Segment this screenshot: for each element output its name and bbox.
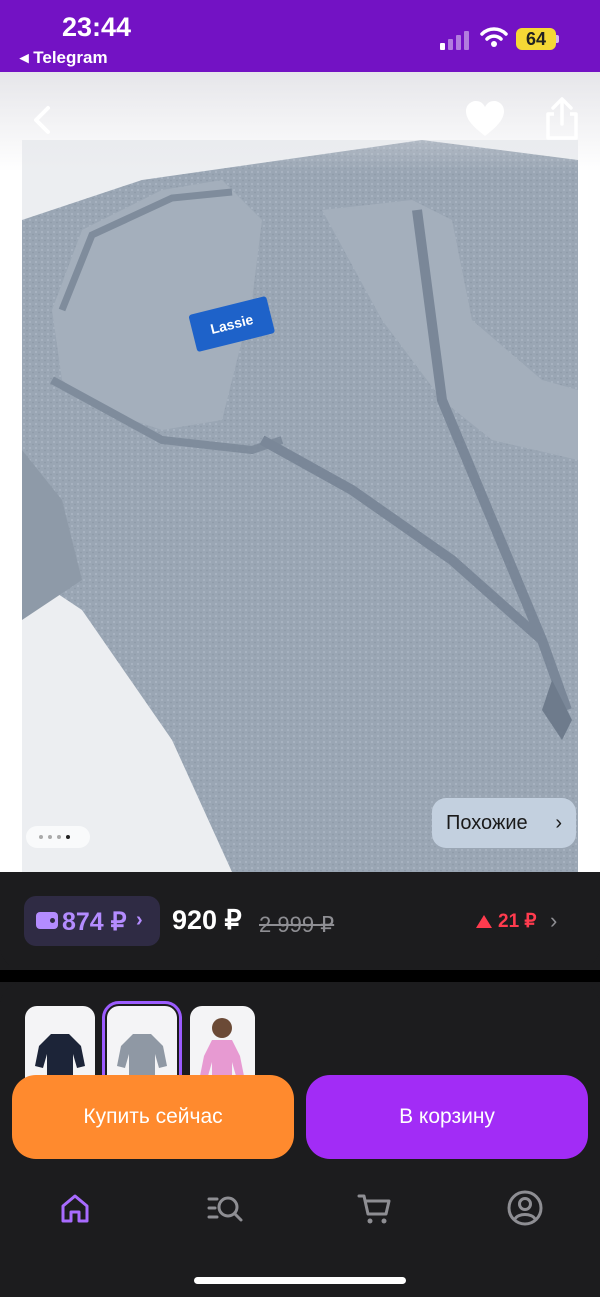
price-change-indicator[interactable]: 21 ₽ (476, 910, 537, 933)
similar-products-button[interactable]: Похожие › (432, 798, 576, 848)
price-history-chevron-icon[interactable]: › (550, 908, 557, 934)
profile-icon[interactable] (505, 1188, 545, 1228)
current-price: 920 ₽ (172, 905, 242, 935)
bottom-tab-bar (0, 1180, 600, 1240)
favorite-heart-icon[interactable] (462, 96, 508, 142)
wallet-price-pill[interactable]: 874 ₽ › (24, 896, 160, 946)
cellular-signal-icon (440, 30, 470, 50)
wallet-price: 874 ₽ (62, 908, 127, 936)
product-photo[interactable]: Lassie Похожие › (0, 72, 600, 872)
battery-indicator: 64 (516, 28, 556, 50)
wallet-icon (36, 912, 58, 929)
photo-top-fade (0, 72, 600, 172)
share-icon[interactable] (540, 96, 584, 142)
wifi-icon (480, 27, 508, 47)
back-chevron-icon[interactable] (24, 100, 64, 140)
price-panel: 874 ₽ › 920 ₽ 2 999 ₽ 21 ₽ › (0, 872, 600, 970)
fleece-jumpsuit-illustration: Lassie (22, 140, 578, 872)
price-change-value: 21 ₽ (498, 911, 537, 932)
price-up-triangle-icon (476, 915, 492, 928)
chevron-right-icon: › (136, 909, 143, 931)
home-icon[interactable] (55, 1188, 95, 1228)
section-divider (0, 970, 600, 982)
status-time: 23:44 (62, 12, 132, 42)
back-to-telegram-link[interactable]: ◂ Telegram (20, 48, 108, 68)
status-bar: 23:44 ◂ Telegram 64 (0, 0, 600, 72)
add-to-cart-button[interactable]: В корзину (306, 1075, 588, 1159)
product-image: Lassie (22, 140, 578, 872)
cart-icon[interactable] (355, 1188, 395, 1228)
battery-tip (556, 35, 559, 43)
home-indicator (194, 1277, 406, 1284)
image-pager-dots (26, 826, 90, 848)
buy-now-button[interactable]: Купить сейчас (12, 1075, 294, 1159)
old-price: 2 999 ₽ (259, 912, 335, 937)
catalog-search-icon[interactable] (205, 1188, 245, 1228)
similar-button-label: Похожие (446, 812, 528, 834)
chevron-right-icon: › (555, 812, 562, 834)
